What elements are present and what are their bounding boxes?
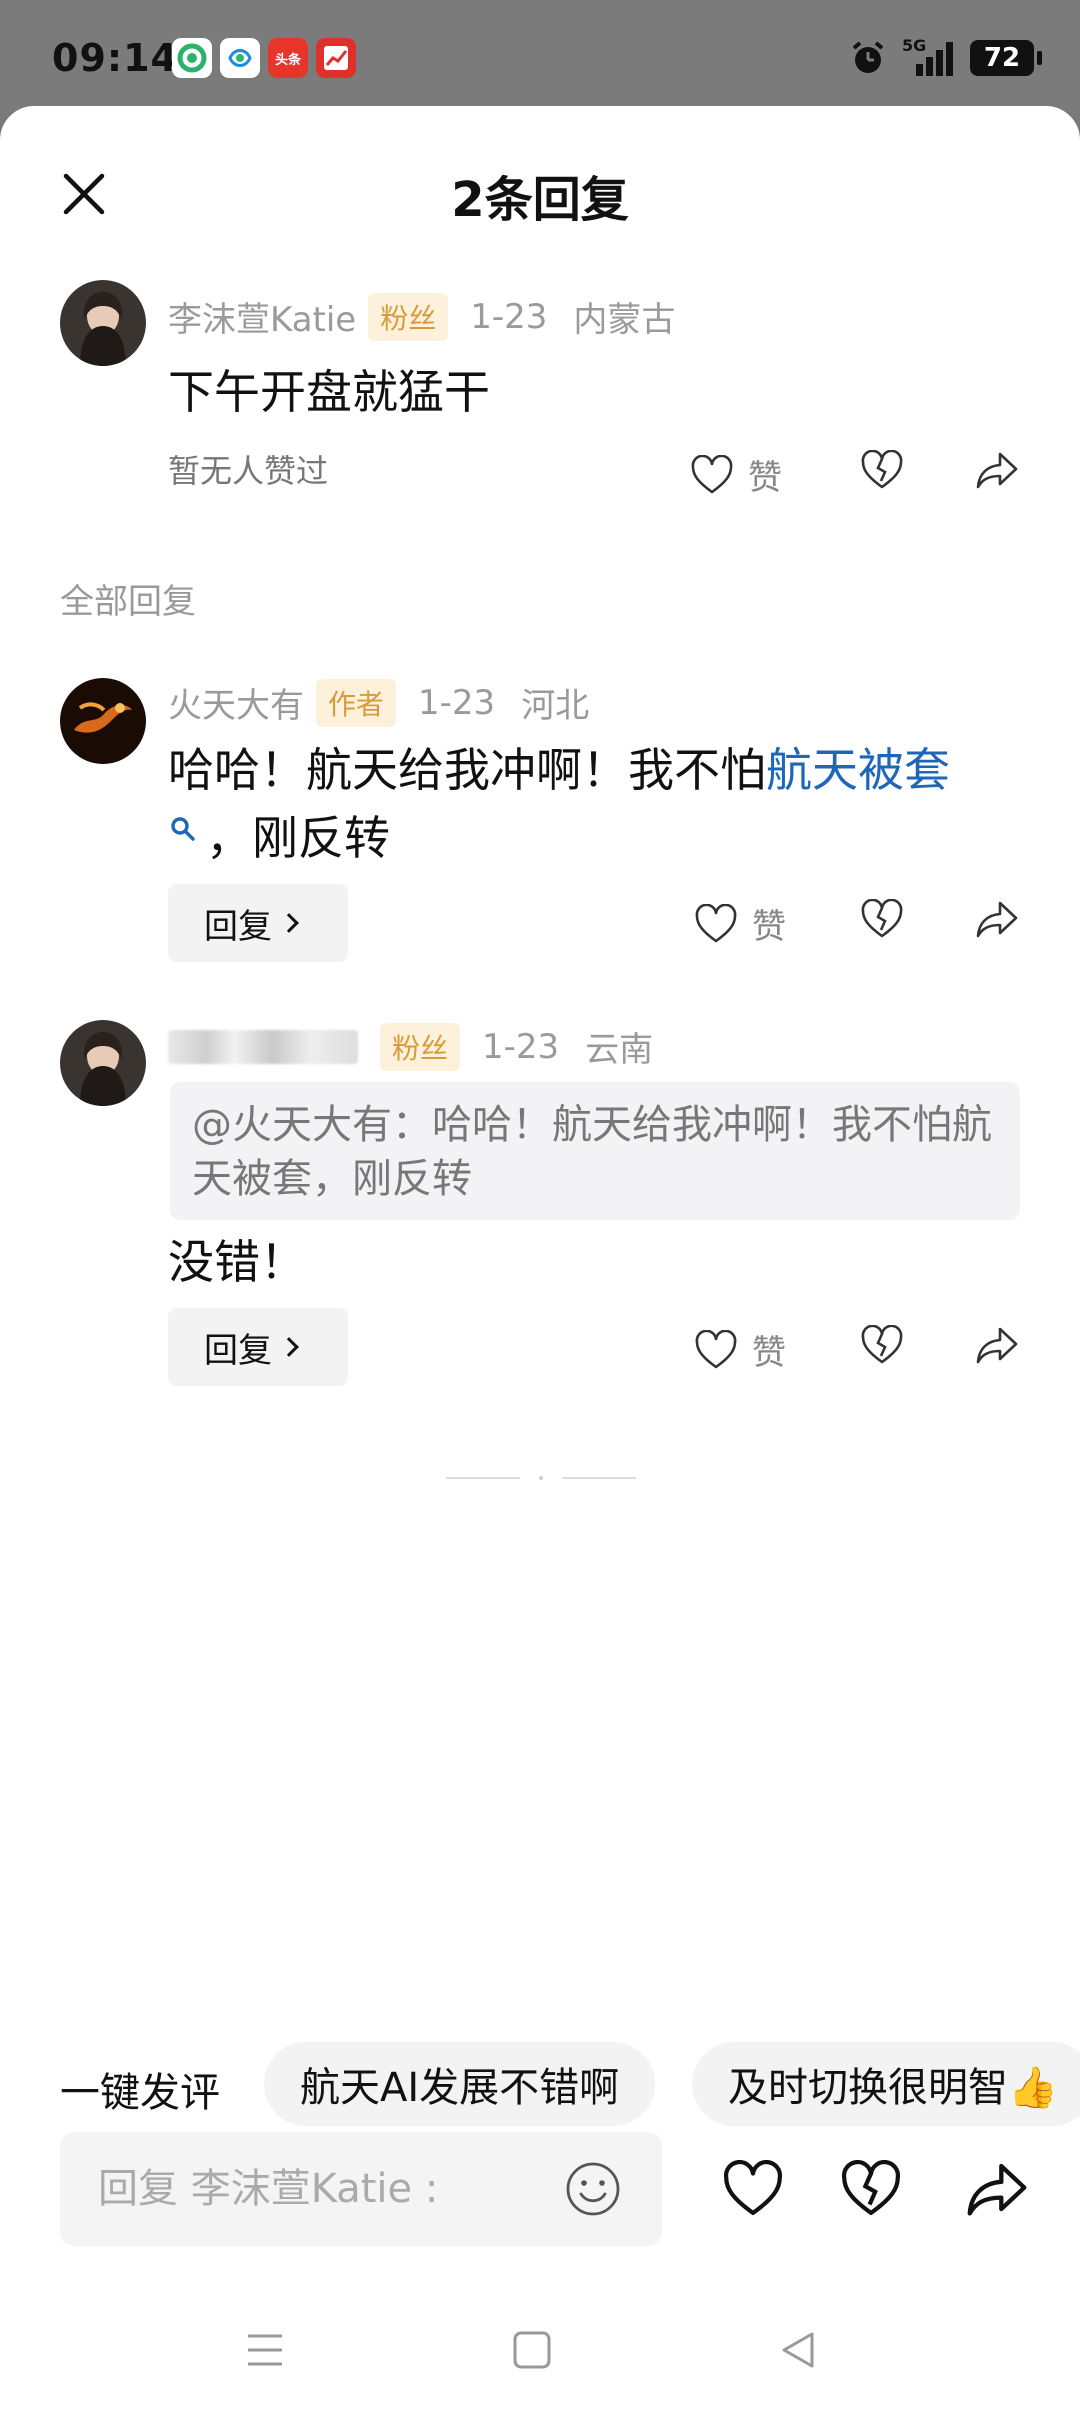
broken-heart-icon [861,899,903,938]
reply-text-before: 哈哈！航天给我冲啊！我不怕 [168,743,766,797]
bottom-share-button[interactable] [964,2160,1030,2218]
chevron-right-icon [279,913,299,933]
reply-input[interactable] [60,2132,530,2246]
reply-location: 云南 [585,1030,654,1070]
battery-icon: 72 [970,40,1042,76]
menu-icon[interactable] [244,2330,286,2370]
dislike-button[interactable] [860,450,904,490]
share-icon [976,901,1018,938]
fan-badge: 粉丝 [380,1022,461,1071]
reply-button-label: 回复 [204,1330,272,1371]
toutiao-icon: 头条 [268,38,308,78]
reply-text-after: ，刚反转 [206,811,390,865]
broken-heart-icon [861,450,903,489]
reply-text: 哈哈！航天给我冲啊！我不怕航天被套 ，刚反转 [168,736,1018,872]
quick-reply-chip[interactable]: 航天AI发展不错啊 [264,2042,656,2126]
heart-icon [695,903,737,942]
heart-icon [695,1329,737,1368]
one-click-comment-label: 一键发评 [60,2070,220,2116]
avatar[interactable] [60,678,146,764]
stock-app-icon [316,38,356,78]
like-button[interactable]: 赞 [694,899,786,948]
status-bar: 09:14 头条 5G 72 [0,0,1080,110]
like-label: 赞 [752,1333,786,1373]
status-indicators: 5G 72 [848,36,1042,80]
like-label: 赞 [752,907,786,947]
like-label: 赞 [748,458,782,498]
heart-icon [691,454,733,493]
reply-meta: 火天大有 作者 1-23 河北 [168,678,589,727]
quoted-reply[interactable]: @火天大有：哈哈！航天给我冲啊！我不怕航天被套，刚反转 [170,1082,1020,1220]
reply-text: 没错！ [168,1235,306,1289]
heart-icon [723,2160,783,2216]
comment-date: 1-23 [470,296,548,337]
reply-button[interactable]: 回复 [168,1308,348,1386]
replies-sheet: 2条回复 李沫萱Katie 粉丝 1-23 内蒙古 下午开盘就猛干 暂无人赞过 … [0,106,1080,2412]
avatar[interactable] [60,1020,146,1106]
quick-reply-chip[interactable]: 及时切换很明智👍 [692,2042,1080,2126]
toutiao-label: 头条 [274,52,301,68]
bottom-like-button[interactable] [722,2160,784,2218]
share-button[interactable] [974,1325,1020,1365]
reply-date: 1-23 [482,1026,560,1067]
status-time: 09:14 [52,36,178,80]
bottom-dislike-button[interactable] [840,2160,902,2218]
share-icon [976,452,1018,489]
reply-button-label: 回复 [204,906,272,947]
reply-location: 河北 [521,686,590,726]
emoji-icon[interactable] [564,2160,622,2218]
topic-link[interactable]: 航天被套 [766,743,950,797]
like-status: 暂无人赞过 [168,452,329,490]
system-nav-bar [0,2286,1080,2412]
back-icon[interactable] [778,2330,818,2370]
broken-heart-icon [841,2160,901,2216]
reply-button[interactable]: 回复 [168,884,348,962]
share-button[interactable] [974,899,1020,939]
blurred-user-name[interactable] [168,1029,358,1064]
comment-meta: 李沫萱Katie 粉丝 1-23 内蒙古 [168,292,675,341]
home-icon[interactable] [512,2330,552,2370]
alarm-icon [852,41,884,73]
share-icon [967,2163,1027,2216]
battery-level: 72 [983,43,1021,73]
page-title: 2条回复 [451,172,629,228]
dislike-button[interactable] [860,1325,904,1365]
end-of-list-divider [446,1476,636,1480]
dislike-button[interactable] [860,899,904,939]
avatar[interactable] [60,280,146,366]
like-button[interactable]: 赞 [690,450,782,499]
reply-meta: 粉丝 1-23 云南 [168,1022,653,1071]
reply-date: 1-23 [418,682,496,723]
user-name[interactable]: 火天大有 [168,678,304,727]
quick-reply-bar: 一键发评 航天AI发展不错啊 及时切换很明智👍 [0,2036,1080,2126]
search-icon[interactable] [168,814,198,844]
comment-text: 下午开盘就猛干 [168,365,490,419]
author-badge: 作者 [316,678,397,727]
china-mobile-icon [220,38,260,78]
user-name[interactable]: 李沫萱Katie [168,292,356,341]
fan-badge: 粉丝 [368,292,449,341]
share-icon [976,1327,1018,1364]
chevron-right-icon [279,1337,299,1357]
reply-input-bar[interactable] [60,2132,662,2246]
like-button[interactable]: 赞 [694,1325,786,1374]
broken-heart-icon [861,1325,903,1364]
share-button[interactable] [974,450,1020,490]
section-title: 全部回复 [60,582,196,622]
signal-icon: 5G [902,36,956,78]
comment-location: 内蒙古 [573,300,676,340]
360-security-icon [172,38,212,78]
